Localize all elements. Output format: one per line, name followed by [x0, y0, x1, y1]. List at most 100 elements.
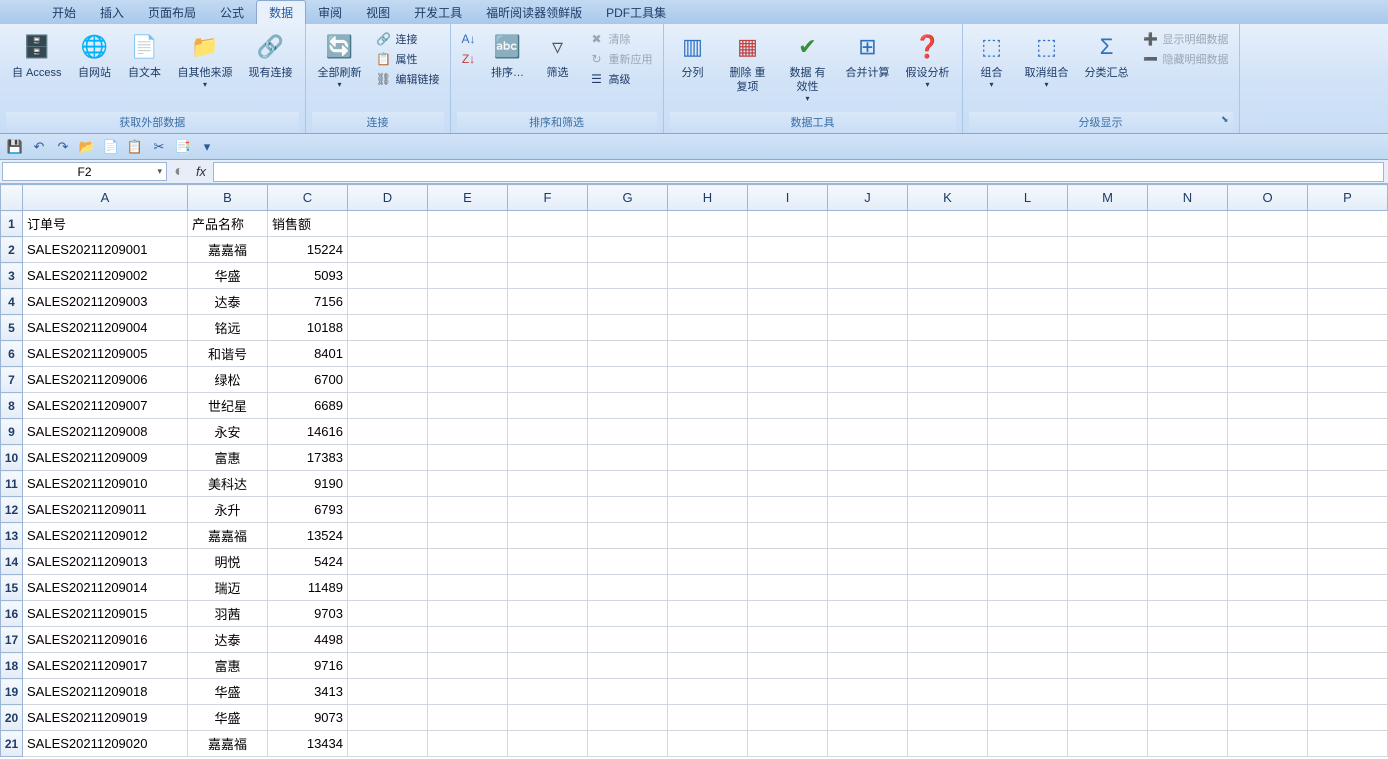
column-header-K[interactable]: K — [908, 185, 988, 211]
cell[interactable]: 明悦 — [188, 549, 268, 575]
cell[interactable]: 销售额 — [268, 211, 348, 237]
cell[interactable] — [1068, 393, 1148, 419]
cell[interactable]: 嘉嘉福 — [188, 237, 268, 263]
cell[interactable] — [988, 445, 1068, 471]
cell[interactable] — [668, 445, 748, 471]
cell[interactable]: 美科达 — [188, 471, 268, 497]
cell[interactable] — [668, 211, 748, 237]
cell[interactable] — [1308, 367, 1388, 393]
column-header-A[interactable]: A — [23, 185, 188, 211]
row-header[interactable]: 2 — [1, 237, 23, 263]
cell[interactable]: 富惠 — [188, 445, 268, 471]
cell[interactable] — [1228, 289, 1308, 315]
cell[interactable] — [508, 679, 588, 705]
cell[interactable]: 8401 — [268, 341, 348, 367]
cell[interactable] — [828, 731, 908, 757]
new-button[interactable]: 📄 — [102, 138, 120, 156]
cell[interactable]: 5093 — [268, 263, 348, 289]
cell[interactable] — [748, 549, 828, 575]
cell[interactable]: SALES20211209013 — [23, 549, 188, 575]
sort-asc-button[interactable]: A↓ — [457, 30, 481, 48]
cell[interactable] — [1228, 445, 1308, 471]
cell[interactable] — [1068, 575, 1148, 601]
cell[interactable] — [508, 315, 588, 341]
cell[interactable] — [828, 445, 908, 471]
cell[interactable] — [908, 237, 988, 263]
cell[interactable] — [908, 471, 988, 497]
cell[interactable] — [508, 731, 588, 757]
cell[interactable] — [748, 627, 828, 653]
cell[interactable] — [508, 653, 588, 679]
cell[interactable] — [508, 575, 588, 601]
column-header-L[interactable]: L — [988, 185, 1068, 211]
column-header-B[interactable]: B — [188, 185, 268, 211]
redo-button[interactable]: ↷ — [54, 138, 72, 156]
cell[interactable] — [1148, 393, 1228, 419]
sort-desc-button[interactable]: Z↓ — [457, 50, 481, 68]
cell[interactable] — [1068, 497, 1148, 523]
cell[interactable]: 9703 — [268, 601, 348, 627]
cell[interactable] — [1228, 419, 1308, 445]
cell[interactable] — [1228, 237, 1308, 263]
row-header[interactable]: 10 — [1, 445, 23, 471]
cell[interactable] — [748, 315, 828, 341]
column-header-N[interactable]: N — [1148, 185, 1228, 211]
cell[interactable] — [1308, 575, 1388, 601]
cell[interactable] — [1148, 367, 1228, 393]
cell[interactable] — [828, 393, 908, 419]
cell[interactable] — [988, 601, 1068, 627]
cell[interactable] — [588, 289, 668, 315]
cell[interactable] — [748, 601, 828, 627]
cell[interactable] — [908, 575, 988, 601]
cell[interactable] — [588, 419, 668, 445]
cell[interactable] — [828, 549, 908, 575]
cell[interactable] — [668, 315, 748, 341]
cell[interactable] — [348, 289, 428, 315]
cell[interactable] — [348, 653, 428, 679]
cell[interactable]: SALES20211209006 — [23, 367, 188, 393]
cell[interactable] — [508, 497, 588, 523]
cell[interactable] — [588, 731, 668, 757]
cell[interactable] — [508, 549, 588, 575]
cell[interactable] — [428, 731, 508, 757]
cell[interactable] — [1068, 471, 1148, 497]
cell[interactable] — [1308, 263, 1388, 289]
group-label-outline[interactable]: 分级显示 — [969, 112, 1233, 133]
cell[interactable] — [1148, 653, 1228, 679]
cell[interactable] — [1308, 523, 1388, 549]
cell[interactable] — [1228, 211, 1308, 237]
row-header[interactable]: 3 — [1, 263, 23, 289]
open-button[interactable]: 📂 — [78, 138, 96, 156]
qat-more-button[interactable]: ▾ — [198, 138, 216, 156]
cell[interactable] — [348, 731, 428, 757]
cell[interactable] — [1228, 679, 1308, 705]
from-other-button[interactable]: 📁 自其他来源 — [172, 28, 239, 91]
cell[interactable]: 15224 — [268, 237, 348, 263]
cell[interactable] — [428, 419, 508, 445]
tab-insert[interactable]: 插入 — [88, 1, 136, 24]
cell[interactable]: SALES20211209017 — [23, 653, 188, 679]
cell[interactable] — [348, 419, 428, 445]
cell[interactable] — [1228, 705, 1308, 731]
cell[interactable] — [1148, 237, 1228, 263]
cell[interactable] — [428, 289, 508, 315]
cell[interactable] — [748, 211, 828, 237]
cell[interactable]: 4498 — [268, 627, 348, 653]
cell[interactable]: 5424 — [268, 549, 348, 575]
cell[interactable] — [508, 601, 588, 627]
cell[interactable] — [1228, 263, 1308, 289]
cell[interactable]: SALES20211209014 — [23, 575, 188, 601]
tab-foxit[interactable]: 福昕阅读器领鲜版 — [474, 1, 594, 24]
cell[interactable] — [908, 653, 988, 679]
cell[interactable] — [1068, 315, 1148, 341]
cell[interactable]: 达泰 — [188, 289, 268, 315]
cell[interactable] — [1308, 705, 1388, 731]
cell[interactable] — [748, 731, 828, 757]
cell[interactable] — [348, 705, 428, 731]
cell[interactable] — [988, 315, 1068, 341]
column-header-D[interactable]: D — [348, 185, 428, 211]
cell[interactable] — [508, 237, 588, 263]
cell[interactable] — [1228, 575, 1308, 601]
subtotal-button[interactable]: Σ 分类汇总 — [1079, 28, 1135, 82]
cell[interactable] — [748, 497, 828, 523]
